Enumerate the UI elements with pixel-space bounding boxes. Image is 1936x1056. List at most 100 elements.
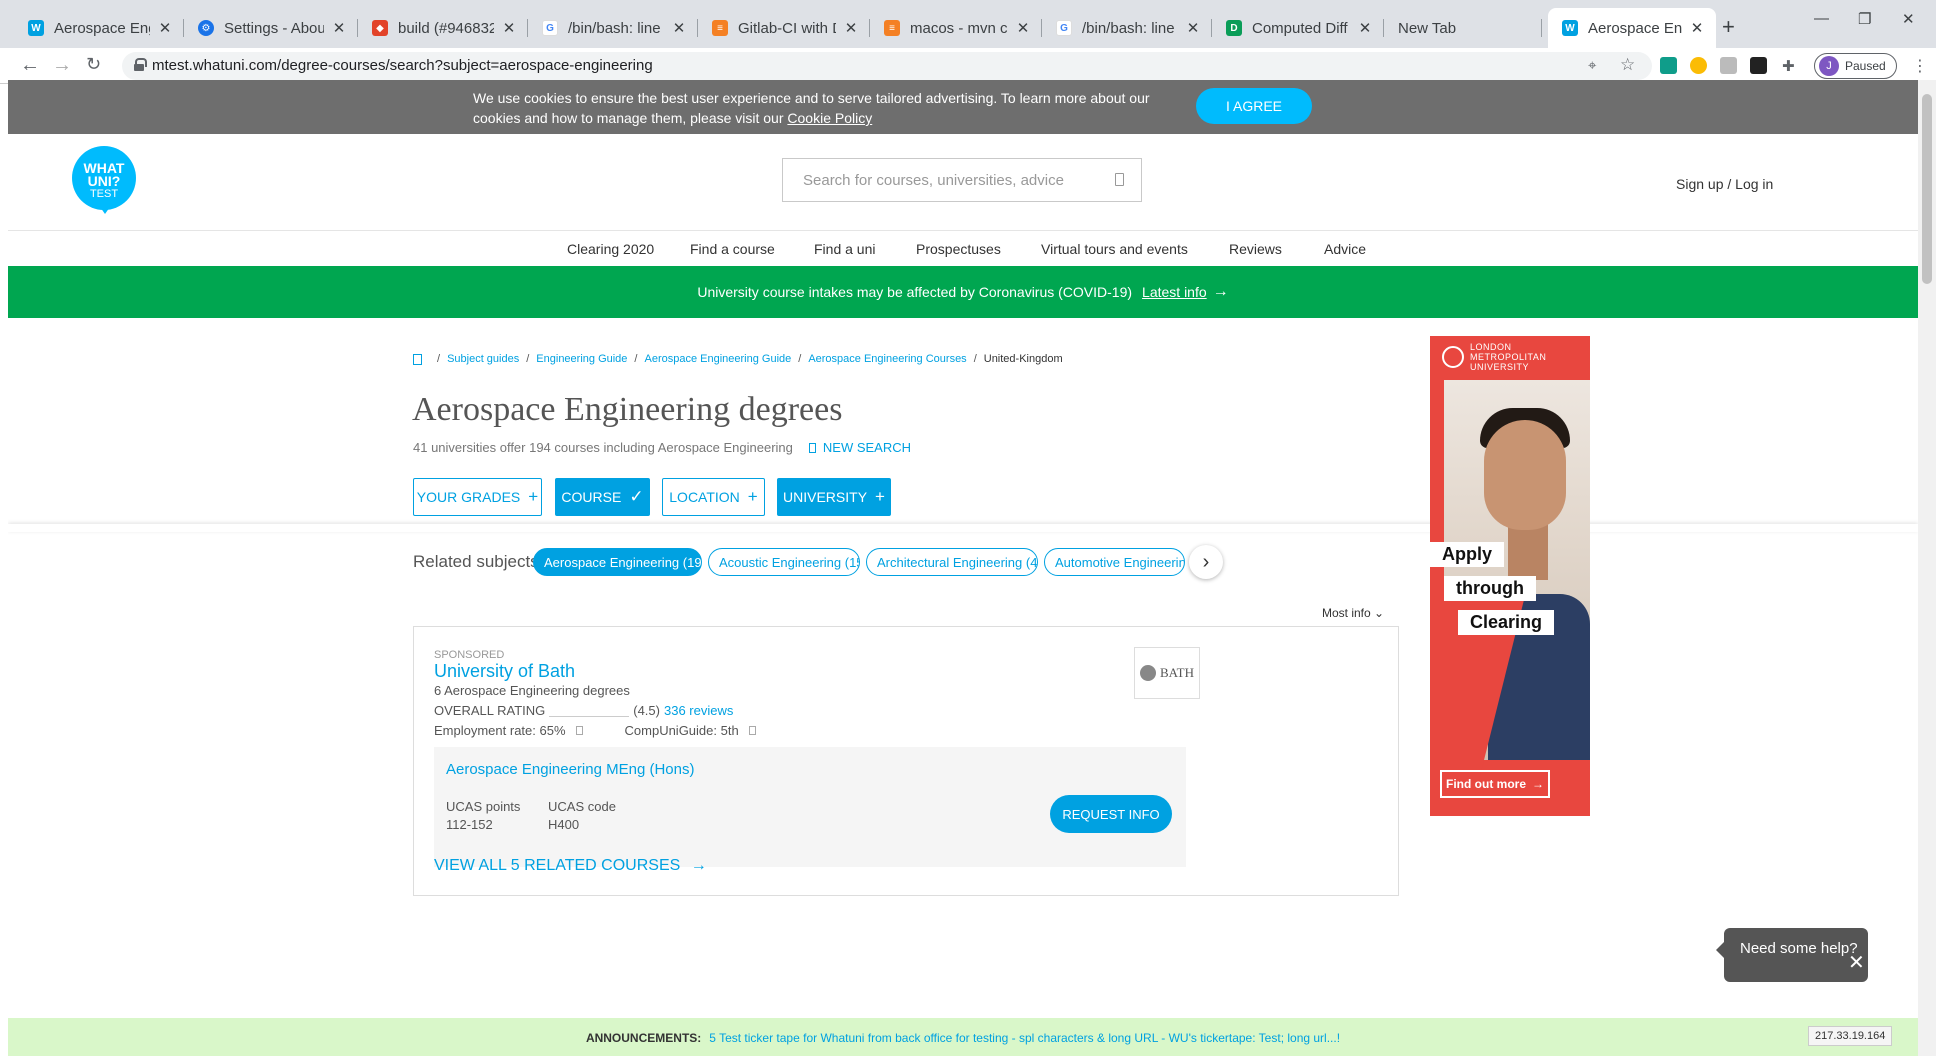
extension-icon[interactable]	[1690, 57, 1707, 74]
advert-banner[interactable]: LONDON METROPOLITAN UNIVERSITY Apply thr…	[1430, 336, 1590, 816]
new-search-link[interactable]: NEW SEARCH	[823, 440, 911, 455]
browser-tab[interactable]: G /bin/bash: line 114: ✕	[528, 8, 698, 48]
reviews-link[interactable]: 336 reviews	[664, 703, 733, 718]
browser-tab[interactable]: ◆ build (#946832505) ✕	[358, 8, 528, 48]
scrollbar-thumb[interactable]	[1922, 94, 1932, 284]
university-name-link[interactable]: University of Bath	[434, 661, 575, 682]
help-chat-widget[interactable]: Need some help? ✕	[1716, 928, 1868, 982]
browser-tab-active[interactable]: W Aerospace Enginee ✕	[1548, 8, 1716, 48]
reload-icon[interactable]: ↻	[86, 54, 101, 75]
find-out-more-button[interactable]: Find out more →	[1440, 770, 1550, 798]
nav-item-advice[interactable]: Advice	[1324, 241, 1366, 257]
related-pill[interactable]: Automotive Engineering (6	[1044, 548, 1185, 576]
browser-tab[interactable]: ≡ Gitlab-CI with Dock ✕	[698, 8, 870, 48]
tab-title: macos - mvn clean	[910, 19, 1008, 37]
home-icon[interactable]	[413, 353, 422, 365]
back-icon[interactable]: ←	[20, 54, 40, 77]
arrow-right-icon: →	[1532, 777, 1544, 791]
forward-icon[interactable]: →	[52, 54, 72, 77]
browser-tab[interactable]: D Computed Diff - Dif ✕	[1212, 8, 1384, 48]
ucas-code-label: UCAS code	[548, 799, 616, 814]
diff-icon: D	[1226, 20, 1242, 36]
close-icon[interactable]: ✕	[670, 19, 688, 37]
cookie-policy-link[interactable]: Cookie Policy	[787, 110, 872, 126]
whatuni-icon: W	[28, 20, 44, 36]
browser-tab[interactable]: New Tab	[1384, 8, 1542, 48]
main-nav: Clearing 2020 Find a course Find a uni P…	[8, 230, 1918, 266]
browser-tab[interactable]: W Aerospace Enginee ✕	[14, 8, 184, 48]
chevron-right-icon[interactable]: ›	[1189, 545, 1223, 579]
url-field[interactable]: mtest.whatuni.com/degree-courses/search?…	[122, 52, 1652, 80]
close-icon[interactable]: ✕	[1356, 19, 1374, 37]
course-title-link[interactable]: Aerospace Engineering MEng (Hons)	[446, 761, 694, 778]
nav-item-find-uni[interactable]: Find a uni	[814, 241, 875, 257]
section-divider	[8, 524, 1918, 532]
puzzle-icon[interactable]: ✚	[1782, 57, 1795, 75]
new-tab-icon[interactable]: +	[1722, 14, 1735, 40]
tab-title: Aerospace Enginee	[54, 19, 150, 37]
minimize-icon[interactable]: —	[1814, 10, 1829, 27]
search-icon	[808, 442, 816, 453]
browser-tab[interactable]: ⚙ Settings - About Ch ✕	[184, 8, 358, 48]
breadcrumb-separator: /	[634, 353, 638, 365]
tab-title: build (#946832505)	[398, 19, 494, 37]
close-icon[interactable]: ✕	[1184, 19, 1202, 37]
request-info-button[interactable]: REQUEST INFO	[1050, 795, 1172, 833]
nav-item-reviews[interactable]: Reviews	[1229, 241, 1282, 257]
ad-brand-line: METROPOLITAN	[1470, 352, 1547, 362]
breadcrumb-item[interactable]: Aerospace Engineering Guide	[644, 353, 791, 365]
close-icon[interactable]: ✕	[842, 19, 860, 37]
ticker-text[interactable]: 5 Test ticker tape for Whatuni from back…	[709, 1031, 1340, 1045]
star-icon[interactable]: ☆	[1620, 55, 1635, 75]
close-icon[interactable]: ✕	[500, 19, 518, 37]
employment-rate: Employment rate: 65%	[434, 723, 566, 738]
close-icon[interactable]: ✕	[1688, 19, 1706, 37]
filter-course[interactable]: COURSE ✓	[555, 478, 650, 516]
info-icon[interactable]	[575, 726, 583, 735]
related-pill[interactable]: Acoustic Engineering (15)	[708, 548, 860, 576]
browser-tab[interactable]: ≡ macos - mvn clean ✕	[870, 8, 1042, 48]
info-icon[interactable]	[748, 726, 756, 735]
sort-dropdown[interactable]: Most info ⌄	[1322, 606, 1384, 620]
site-header: WHAT UNI? TEST Sign up / Log in	[8, 134, 1918, 230]
breadcrumb-item[interactable]: Engineering Guide	[536, 353, 627, 365]
search-input[interactable]	[783, 159, 1093, 201]
extension-icon[interactable]	[1750, 57, 1767, 74]
search-icon[interactable]	[1115, 173, 1124, 186]
filter-location[interactable]: LOCATION +	[662, 478, 765, 516]
browser-tab[interactable]: G /bin/bash: line 114: ✕	[1042, 8, 1212, 48]
nav-item-clearing[interactable]: Clearing 2020	[567, 241, 654, 257]
view-all-courses-link[interactable]: VIEW ALL 5 RELATED COURSES →	[434, 857, 707, 875]
tab-title: New Tab	[1398, 19, 1457, 37]
signup-login-link[interactable]: Sign up / Log in	[1676, 176, 1773, 192]
agree-button[interactable]: I AGREE	[1196, 88, 1312, 124]
close-icon[interactable]: ✕	[1848, 950, 1865, 975]
scrollbar[interactable]	[1918, 80, 1936, 1056]
nav-item-find-course[interactable]: Find a course	[690, 241, 775, 257]
university-logo[interactable]: BATH	[1134, 647, 1200, 699]
nav-item-virtual-tours[interactable]: Virtual tours and events	[1041, 241, 1188, 257]
restore-icon[interactable]: ❐	[1858, 10, 1871, 28]
results-summary: 41 universities offer 194 courses includ…	[413, 440, 911, 455]
related-pill[interactable]: Aerospace Engineering (194)	[533, 548, 702, 576]
profile-button[interactable]: J Paused	[1814, 53, 1897, 79]
filter-university[interactable]: UNIVERSITY +	[777, 478, 891, 516]
nav-item-prospectuses[interactable]: Prospectuses	[916, 241, 1001, 257]
latest-info-link[interactable]: Latest info	[1142, 284, 1207, 300]
close-icon[interactable]: ✕	[1014, 19, 1032, 37]
whatuni-logo[interactable]: WHAT UNI? TEST	[72, 146, 136, 214]
close-icon[interactable]: ✕	[330, 19, 348, 37]
announcement-ticker: ANNOUNCEMENTS: 5 Test ticker tape for Wh…	[8, 1018, 1918, 1056]
close-icon[interactable]: ✕	[156, 19, 174, 37]
extension-icon[interactable]	[1660, 57, 1677, 74]
rating-row: OVERALL RATING (4.5) 336 reviews	[434, 703, 733, 718]
menu-icon[interactable]: ⋮	[1912, 56, 1928, 76]
breadcrumb-item[interactable]: Subject guides	[447, 353, 519, 365]
tab-title: /bin/bash: line 114:	[1082, 19, 1178, 37]
location-icon[interactable]: ⌖	[1588, 57, 1596, 74]
extension-icon[interactable]	[1720, 57, 1737, 74]
breadcrumb-item[interactable]: Aerospace Engineering Courses	[808, 353, 966, 365]
close-window-icon[interactable]: ✕	[1902, 10, 1915, 28]
related-pill[interactable]: Architectural Engineering (40)	[866, 548, 1038, 576]
filter-your-grades[interactable]: YOUR GRADES +	[413, 478, 542, 516]
